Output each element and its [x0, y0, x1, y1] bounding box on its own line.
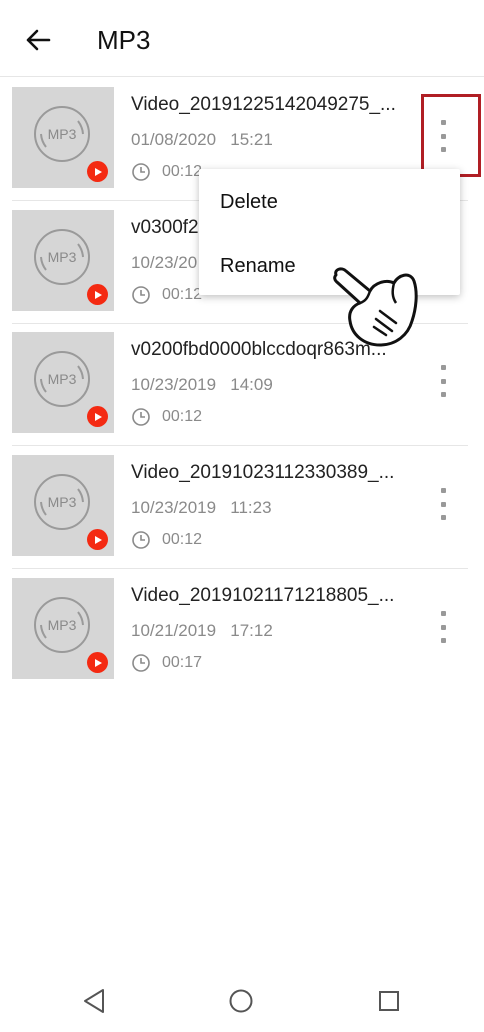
- clock-icon: [132, 654, 150, 672]
- more-options-button[interactable]: [429, 484, 457, 524]
- clock-icon: [132, 408, 150, 426]
- file-duration: 00:12: [131, 407, 202, 427]
- highlight-frame: [421, 94, 481, 177]
- play-badge: [87, 529, 108, 550]
- disc-icon: MP3: [34, 229, 90, 285]
- play-icon: [94, 290, 102, 299]
- app-header: MP3: [0, 0, 484, 77]
- nav-home-button[interactable]: [226, 986, 256, 1016]
- file-name: Video_20191225142049275_...: [131, 94, 396, 115]
- file-date: 10/23/2019 14:09: [131, 375, 273, 394]
- disc-icon: MP3: [34, 474, 90, 530]
- back-button[interactable]: [20, 22, 56, 58]
- pointing-hand-icon: [333, 267, 418, 347]
- nav-recents-icon: [379, 991, 399, 1011]
- thumbnail: MP3: [12, 332, 114, 433]
- play-icon: [94, 412, 102, 421]
- more-vert-icon: [440, 365, 446, 370]
- disc-icon: MP3: [34, 351, 90, 407]
- system-nav-bar: [0, 972, 484, 1032]
- disc-icon: MP3: [34, 597, 90, 653]
- more-options-button[interactable]: [429, 607, 457, 647]
- list-item[interactable]: MP3 Video_20191021171218805_... 10/21/20…: [0, 569, 484, 692]
- play-icon: [94, 535, 102, 544]
- file-date: 10/23/20: [131, 253, 198, 272]
- play-badge: [87, 652, 108, 673]
- play-badge: [87, 284, 108, 305]
- more-vert-icon: [440, 611, 446, 616]
- file-name: Video_20191021171218805_...: [131, 585, 395, 606]
- thumbnail: MP3: [12, 455, 114, 556]
- more-options-button[interactable]: [429, 361, 457, 401]
- back-arrow-icon: [26, 29, 51, 51]
- thumbnail: MP3: [12, 578, 114, 679]
- play-icon: [94, 167, 102, 176]
- thumb-label: MP3: [48, 249, 77, 265]
- clock-icon: [132, 286, 150, 304]
- thumb-label: MP3: [48, 371, 77, 387]
- menu-item-rename[interactable]: Rename: [220, 255, 296, 278]
- nav-home-icon: [229, 989, 253, 1013]
- file-duration: 00:12: [131, 285, 202, 305]
- file-duration: 00:12: [131, 530, 202, 550]
- play-icon: [94, 658, 102, 667]
- nav-recents-button[interactable]: [374, 986, 404, 1016]
- more-vert-icon: [440, 488, 446, 493]
- disc-icon: MP3: [34, 106, 90, 162]
- thumb-label: MP3: [48, 617, 77, 633]
- thumb-label: MP3: [48, 126, 77, 142]
- clock-icon: [132, 531, 150, 549]
- play-badge: [87, 161, 108, 182]
- file-date: 01/08/2020 15:21: [131, 130, 273, 149]
- thumbnail: MP3: [12, 210, 114, 311]
- file-name: Video_20191023112330389_...: [131, 462, 395, 483]
- play-badge: [87, 406, 108, 427]
- page-title: MP3: [97, 25, 151, 55]
- file-duration: 00:12: [131, 162, 202, 182]
- list-item[interactable]: MP3 Video_20191023112330389_... 10/23/20…: [0, 446, 484, 569]
- thumb-label: MP3: [48, 494, 77, 510]
- file-name: v0300f2: [131, 217, 199, 238]
- file-date: 10/23/2019 11:23: [131, 498, 272, 517]
- file-date: 10/21/2019 17:12: [131, 621, 273, 640]
- file-duration: 00:17: [131, 653, 202, 673]
- nav-back-button[interactable]: [79, 986, 109, 1016]
- nav-back-icon: [84, 989, 104, 1013]
- clock-icon: [132, 163, 150, 181]
- thumbnail: MP3: [12, 87, 114, 188]
- menu-item-delete[interactable]: Delete: [220, 191, 278, 214]
